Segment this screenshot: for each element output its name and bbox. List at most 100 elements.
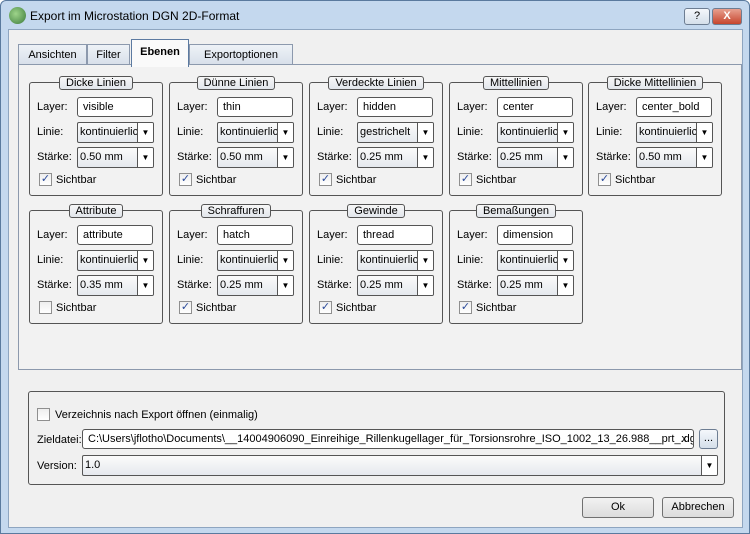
sichtbar-label: Sichtbar bbox=[476, 174, 517, 186]
group-title: Schraffuren bbox=[170, 204, 302, 218]
layer-input[interactable]: hatch bbox=[217, 225, 293, 245]
chevron-down-icon[interactable]: ▼ bbox=[137, 123, 153, 142]
layer-input[interactable]: thin bbox=[217, 97, 293, 117]
sichtbar-checkbox[interactable]: ✓ bbox=[319, 301, 332, 314]
staerke-value: 0.50 mm bbox=[80, 151, 123, 163]
layer-group: Mittellinien Layer: center Linie: kontin… bbox=[449, 76, 583, 196]
layer-input[interactable]: hidden bbox=[357, 97, 433, 117]
staerke-label: Stärke: bbox=[177, 279, 212, 291]
chevron-down-icon[interactable]: ▼ bbox=[277, 276, 293, 295]
layer-group: Bemaßungen Layer: dimension Linie: konti… bbox=[449, 204, 583, 324]
linie-value: kontinuierlich bbox=[80, 254, 145, 266]
staerke-select[interactable]: 0.25 mm ▼ bbox=[357, 147, 434, 168]
staerke-select[interactable]: 0.25 mm ▼ bbox=[217, 275, 294, 296]
staerke-label: Stärke: bbox=[37, 279, 72, 291]
chevron-down-icon[interactable]: ▼ bbox=[557, 276, 573, 295]
chevron-down-icon[interactable]: ▼ bbox=[277, 148, 293, 167]
linie-select[interactable]: kontinuierlich ▼ bbox=[77, 250, 154, 271]
chevron-down-icon[interactable]: ▼ bbox=[557, 148, 573, 167]
chevron-down-icon[interactable]: ▼ bbox=[417, 276, 433, 295]
open-dir-checkbox[interactable] bbox=[37, 408, 50, 421]
linie-value: kontinuierlich bbox=[220, 254, 285, 266]
layer-group: Dicke Mittellinien Layer: center_bold Li… bbox=[588, 76, 722, 196]
chevron-down-icon[interactable]: ▼ bbox=[701, 456, 717, 475]
sichtbar-label: Sichtbar bbox=[196, 174, 237, 186]
layer-group: Gewinde Layer: thread Linie: kontinuierl… bbox=[309, 204, 443, 324]
linie-select[interactable]: kontinuierlich ▼ bbox=[357, 250, 434, 271]
sichtbar-checkbox[interactable]: ✓ bbox=[319, 173, 332, 186]
window-title: Export im Microstation DGN 2D-Format bbox=[30, 9, 240, 23]
chevron-down-icon[interactable]: ▼ bbox=[417, 148, 433, 167]
staerke-label: Stärke: bbox=[317, 279, 352, 291]
tab-exportoptionen[interactable]: Exportoptionen bbox=[189, 44, 293, 66]
staerke-select[interactable]: 0.50 mm ▼ bbox=[77, 147, 154, 168]
staerke-select[interactable]: 0.25 mm ▼ bbox=[497, 275, 574, 296]
staerke-select[interactable]: 0.50 mm ▼ bbox=[217, 147, 294, 168]
sichtbar-label: Sichtbar bbox=[336, 174, 377, 186]
linie-select[interactable]: kontinuierlich ▼ bbox=[497, 122, 574, 143]
chevron-down-icon[interactable]: ▼ bbox=[137, 276, 153, 295]
linie-select[interactable]: kontinuierlich ▼ bbox=[497, 250, 574, 271]
group-title: Mittellinien bbox=[450, 76, 582, 90]
layer-input[interactable]: center bbox=[497, 97, 573, 117]
chevron-down-icon[interactable]: ▼ bbox=[696, 148, 712, 167]
chevron-down-icon[interactable]: ▼ bbox=[277, 251, 293, 270]
sichtbar-label: Sichtbar bbox=[56, 174, 97, 186]
zieldatei-input[interactable]: C:\Users\jflotho\Documents\__14004906090… bbox=[82, 429, 694, 449]
layer-label: Layer: bbox=[37, 101, 68, 113]
clear-path-button[interactable]: x bbox=[682, 433, 688, 445]
layer-label: Layer: bbox=[177, 229, 208, 241]
linie-select[interactable]: kontinuierlich ▼ bbox=[217, 122, 294, 143]
linie-select[interactable]: gestrichelt ▼ bbox=[357, 122, 434, 143]
staerke-value: 0.35 mm bbox=[80, 279, 123, 291]
tab-filter[interactable]: Filter bbox=[87, 44, 130, 66]
close-button[interactable]: X bbox=[712, 8, 742, 25]
layer-input[interactable]: visible bbox=[77, 97, 153, 117]
sichtbar-label: Sichtbar bbox=[56, 302, 97, 314]
sichtbar-checkbox[interactable]: ✓ bbox=[179, 173, 192, 186]
sichtbar-checkbox[interactable]: ✓ bbox=[179, 301, 192, 314]
chevron-down-icon[interactable]: ▼ bbox=[557, 123, 573, 142]
version-select[interactable]: 1.0 ▼ bbox=[82, 455, 718, 476]
sichtbar-label: Sichtbar bbox=[336, 302, 377, 314]
sichtbar-checkbox[interactable]: ✓ bbox=[598, 173, 611, 186]
chevron-down-icon[interactable]: ▼ bbox=[137, 148, 153, 167]
layer-input[interactable]: dimension bbox=[497, 225, 573, 245]
linie-select[interactable]: kontinuierlich ▼ bbox=[636, 122, 713, 143]
layer-group: Schraffuren Layer: hatch Linie: kontinui… bbox=[169, 204, 303, 324]
layer-input[interactable]: attribute bbox=[77, 225, 153, 245]
linie-value: kontinuierlich bbox=[80, 126, 145, 138]
group-title: Verdeckte Linien bbox=[310, 76, 442, 90]
staerke-select[interactable]: 0.50 mm ▼ bbox=[636, 147, 713, 168]
linie-label: Linie: bbox=[177, 254, 204, 266]
chevron-down-icon[interactable]: ▼ bbox=[277, 123, 293, 142]
sichtbar-checkbox[interactable] bbox=[39, 301, 52, 314]
sichtbar-checkbox[interactable]: ✓ bbox=[459, 173, 472, 186]
help-button[interactable]: ? bbox=[684, 8, 710, 25]
chevron-down-icon[interactable]: ▼ bbox=[417, 123, 433, 142]
linie-label: Linie: bbox=[177, 126, 204, 138]
browse-button[interactable]: ... bbox=[699, 429, 718, 449]
cancel-button[interactable]: Abbrechen bbox=[662, 497, 734, 518]
group-title-text: Dicke Mittellinien bbox=[606, 76, 704, 90]
layer-label: Layer: bbox=[177, 101, 208, 113]
linie-label: Linie: bbox=[317, 126, 344, 138]
chevron-down-icon[interactable]: ▼ bbox=[417, 251, 433, 270]
group-title: Dicke Mittellinien bbox=[589, 76, 721, 90]
tab-ansichten[interactable]: Ansichten bbox=[18, 44, 87, 66]
staerke-select[interactable]: 0.25 mm ▼ bbox=[357, 275, 434, 296]
chevron-down-icon[interactable]: ▼ bbox=[137, 251, 153, 270]
version-label: Version: bbox=[37, 460, 77, 472]
sichtbar-checkbox[interactable]: ✓ bbox=[39, 173, 52, 186]
staerke-select[interactable]: 0.25 mm ▼ bbox=[497, 147, 574, 168]
linie-select[interactable]: kontinuierlich ▼ bbox=[77, 122, 154, 143]
chevron-down-icon[interactable]: ▼ bbox=[696, 123, 712, 142]
staerke-select[interactable]: 0.35 mm ▼ bbox=[77, 275, 154, 296]
tab-ebenen[interactable]: Ebenen bbox=[131, 39, 189, 67]
linie-select[interactable]: kontinuierlich ▼ bbox=[217, 250, 294, 271]
layer-input[interactable]: thread bbox=[357, 225, 433, 245]
ok-button[interactable]: Ok bbox=[582, 497, 654, 518]
chevron-down-icon[interactable]: ▼ bbox=[557, 251, 573, 270]
layer-input[interactable]: center_bold bbox=[636, 97, 712, 117]
sichtbar-checkbox[interactable]: ✓ bbox=[459, 301, 472, 314]
